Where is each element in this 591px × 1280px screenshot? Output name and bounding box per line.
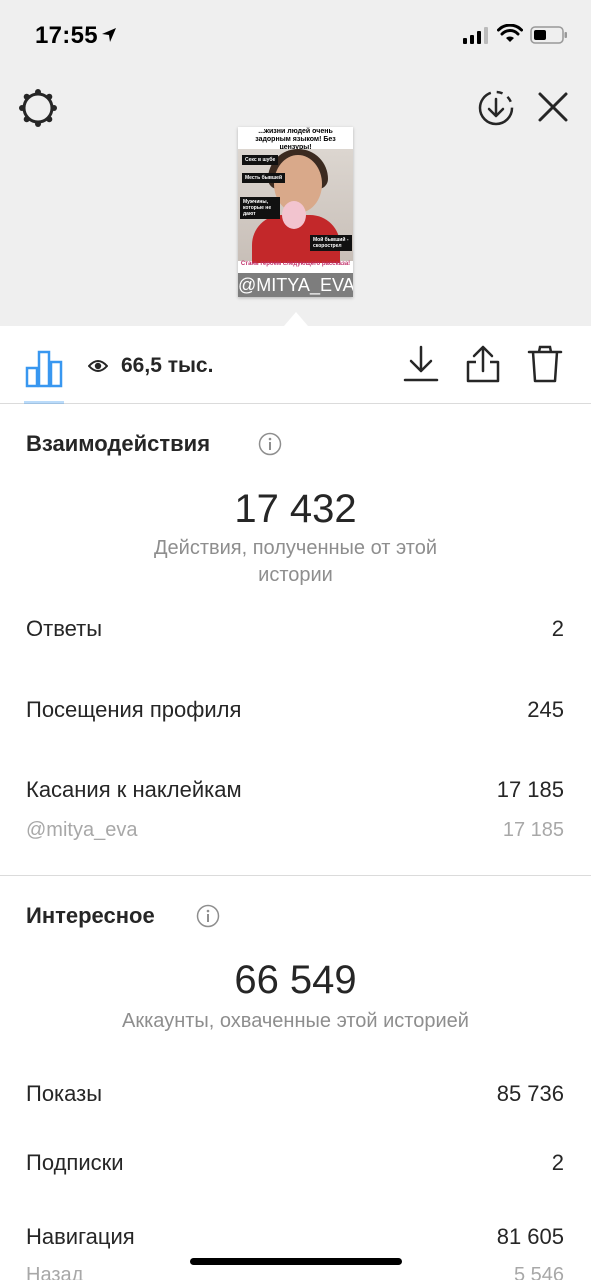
battery-icon [530, 26, 567, 44]
discovery-total: 66 549 [234, 958, 357, 1002]
story-tag: Мужчины, которые не дают [240, 197, 280, 219]
views-count[interactable]: 66,5 тыс. [121, 354, 213, 378]
follows-value: 2 [551, 1150, 564, 1175]
home-indicator[interactable] [190, 1258, 402, 1265]
back-label: Назад [26, 1264, 84, 1280]
sticker-mention-label[interactable]: @mitya_eva [26, 819, 137, 842]
story-thumbnail-photo: Секс в шубе Месть бывшей Мужчины, которы… [238, 149, 353, 263]
thumbnail-pointer [284, 312, 308, 326]
interactions-total-description: Действия, полученные от этой истории [153, 537, 437, 586]
story-thumbnail-caption: ...жизни людей очень задорным языком! Бе… [255, 128, 336, 151]
story-tag: Месть бывшей [242, 173, 286, 183]
navigation-value: 81 605 [496, 1224, 564, 1249]
discovery-info-icon[interactable] [196, 904, 220, 928]
replies-value: 2 [551, 616, 564, 641]
follows-label: Подписки [26, 1150, 124, 1175]
story-thumbnail[interactable]: ...жизни людей очень задорным языком! Бе… [238, 127, 353, 297]
settings-gear-icon[interactable] [18, 88, 58, 128]
impressions-value: 85 736 [496, 1081, 564, 1106]
story-tag: Мой бывший - скорострел [310, 235, 352, 251]
sticker-taps-value: 17 185 [496, 777, 564, 802]
insights-tab-indicator [24, 401, 64, 404]
insights-bar-chart-icon[interactable] [24, 348, 64, 388]
section-divider [0, 875, 591, 876]
status-time: 17:55 [35, 22, 98, 49]
status-bar: 17:55 [0, 0, 591, 70]
sticker-mention-value: 17 185 [502, 819, 564, 841]
story-thumbnail-cta: Стань героем следующего рассказа! [240, 261, 351, 267]
interactions-title: Взаимодействия [26, 431, 211, 456]
wifi-icon [497, 24, 523, 42]
cellular-signal-icon [463, 27, 488, 44]
profile-visits-label: Посещения профиля [26, 697, 242, 722]
sticker-taps-label: Касания к наклейкам [26, 777, 242, 802]
location-arrow-icon [102, 28, 116, 42]
discovery-title: Интересное [26, 903, 155, 928]
eye-icon [88, 360, 108, 372]
interactions-info-icon[interactable] [258, 432, 282, 456]
share-icon[interactable] [464, 344, 502, 384]
download-icon[interactable] [402, 344, 440, 384]
story-thumbnail-handle: @MITYA_EVA [238, 273, 353, 297]
story-insights-toolbar: 66,5 тыс. [0, 326, 591, 404]
save-story-icon[interactable] [476, 88, 516, 128]
impressions-label: Показы [26, 1081, 103, 1106]
interactions-total: 17 432 [234, 487, 357, 531]
navigation-label: Навигация [26, 1224, 135, 1249]
replies-label: Ответы [26, 616, 103, 641]
delete-trash-icon[interactable] [526, 344, 564, 384]
discovery-total-description: Аккаунты, охваченные этой историей [122, 1010, 469, 1032]
story-preview-area: 17:55 ...жизни людей очень задорным язык… [0, 0, 591, 326]
back-value: 5 546 [513, 1264, 564, 1280]
profile-visits-value: 245 [527, 697, 564, 722]
close-icon[interactable] [536, 90, 570, 124]
story-tag: Секс в шубе [242, 155, 279, 165]
